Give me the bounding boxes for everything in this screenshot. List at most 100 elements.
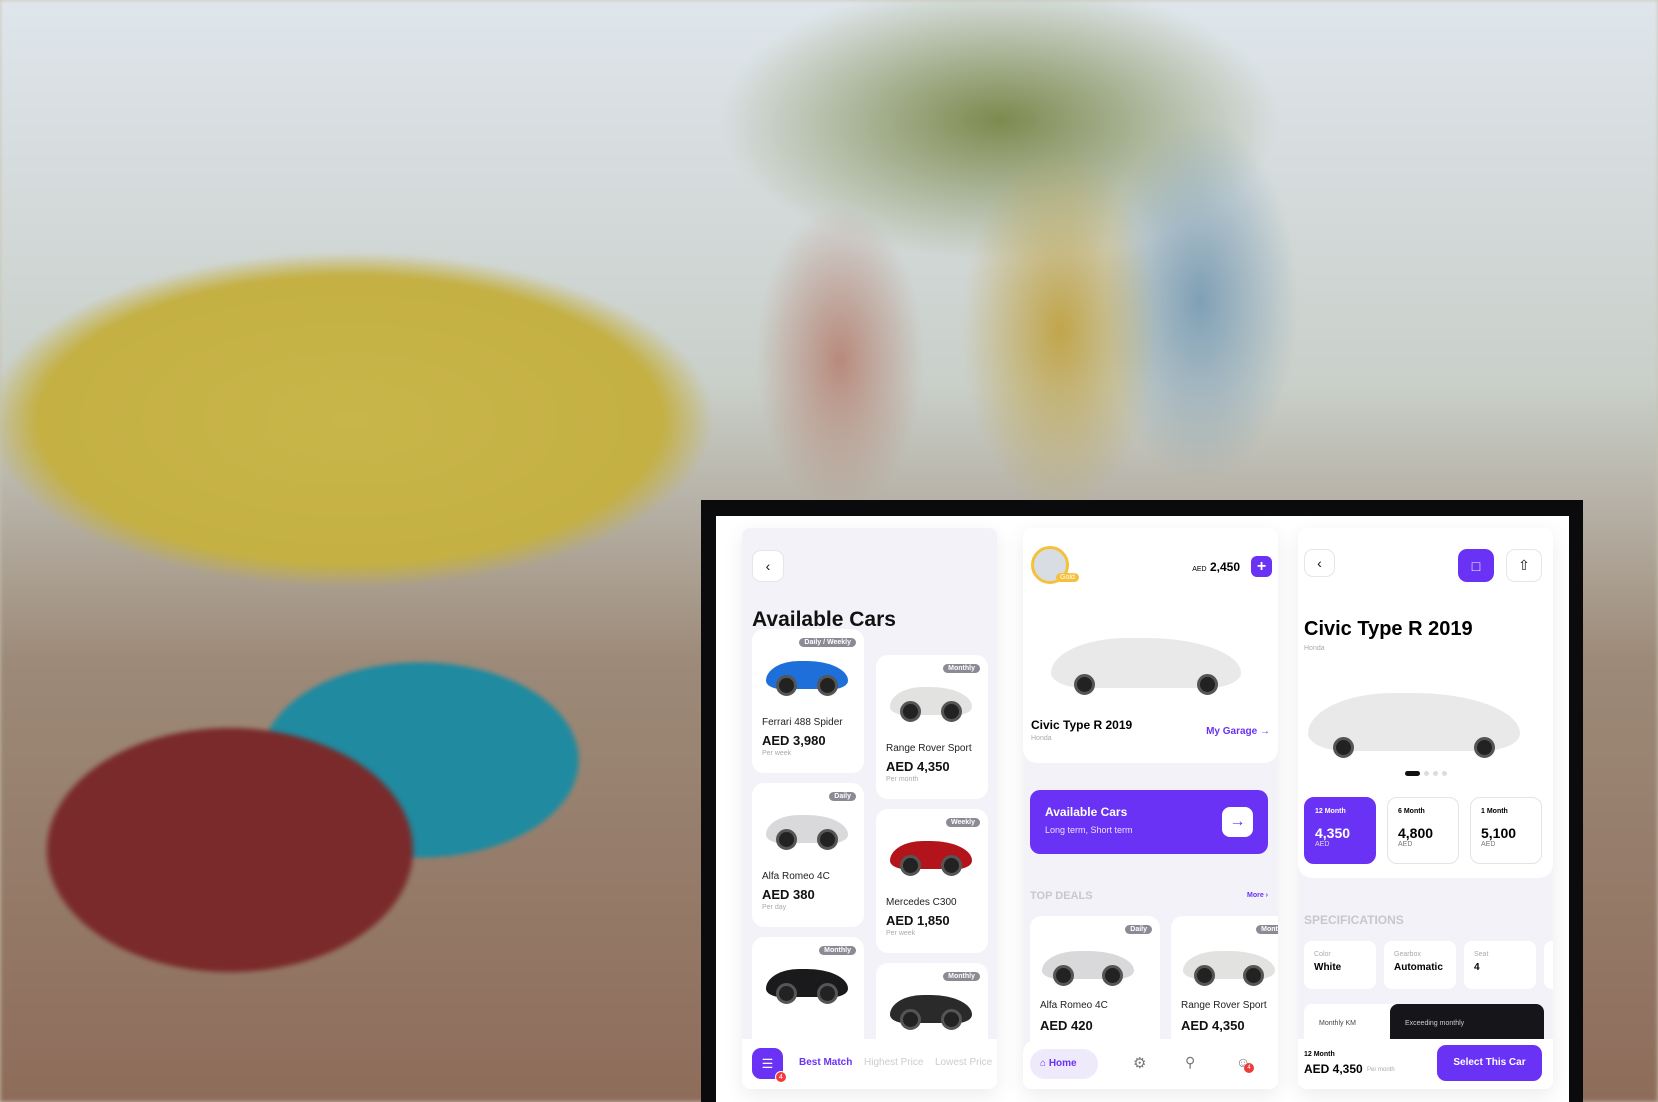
nav-settings-gear-icon[interactable]: ⚙: [1133, 1054, 1146, 1072]
avatar[interactable]: Gold: [1031, 546, 1079, 584]
car-title: Civic Type R 2019: [1304, 618, 1473, 640]
rental-type-badge: Monthly: [819, 946, 856, 955]
balance-currency: AED: [1192, 566, 1207, 573]
plan-duration: 1 Month: [1481, 808, 1508, 815]
car-brand: Honda: [1304, 645, 1325, 652]
plan-price: 4,800: [1398, 825, 1434, 841]
car-price: AED 4,350: [886, 759, 950, 774]
back-button[interactable]: ‹: [1304, 549, 1335, 577]
share-button[interactable]: ⇧: [1506, 549, 1542, 582]
sort-tab-best-match[interactable]: Best Match: [799, 1057, 852, 1068]
car-name: Range Rover Sport: [1181, 1000, 1267, 1011]
arrow-right-icon: →: [1260, 726, 1270, 737]
rental-type-badge: Weekly: [946, 818, 980, 827]
spec-item: Seat 4: [1464, 941, 1536, 989]
car-name: Alfa Romeo 4C: [1040, 1000, 1108, 1011]
banner-arrow-button[interactable]: →: [1222, 807, 1253, 837]
share-icon: ⇧: [1518, 557, 1530, 573]
home-icon: ⌂: [1040, 1058, 1047, 1069]
available-cars-banner[interactable]: Available Cars Long term, Short term →: [1030, 790, 1268, 854]
plan-option[interactable]: 6 Month 4,800 AED: [1387, 797, 1459, 864]
bottom-nav: ⌂ Home ⚙ ⚲ ☺ 4: [1023, 1039, 1278, 1089]
car-name: Range Rover Sport: [886, 743, 972, 754]
bookmark-button[interactable]: □: [1458, 549, 1494, 582]
car-name: Civic Type R 2019: [1031, 718, 1133, 732]
plan-currency: AED: [1315, 841, 1330, 848]
sliders-icon: ☰: [761, 1055, 774, 1071]
plan-price: 5,100: [1481, 825, 1517, 841]
carousel-dot[interactable]: [1441, 771, 1447, 776]
sort-bar: ☰ 4 Best Match Highest Price Lowest Pric…: [742, 1039, 997, 1089]
plan-currency: AED: [1398, 841, 1413, 848]
sort-tab-highest-price[interactable]: Highest Price: [864, 1057, 923, 1068]
rental-type-badge: Daily: [1125, 925, 1152, 934]
carousel-dot[interactable]: [1432, 771, 1438, 776]
spec-label: Color: [1314, 951, 1331, 958]
footer-plan: 12 Month: [1304, 1051, 1335, 1058]
price-period: Per month: [886, 776, 919, 783]
car-image: [890, 687, 972, 722]
car-name: Ferrari 488 Spider: [762, 717, 843, 728]
plan-option[interactable]: 12 Month 4,350 AED: [1304, 797, 1376, 864]
car-card[interactable]: Weekly Mercedes C300 AED 1,850 Per week: [876, 809, 988, 953]
add-funds-button[interactable]: +: [1251, 556, 1272, 577]
car-price: AED 1,850: [886, 913, 950, 928]
deal-card[interactable]: Monthly Range Rover Sport AED 4,350: [1171, 916, 1278, 1056]
plan-option[interactable]: 1 Month 5,100 AED: [1470, 797, 1542, 864]
car-brand: Honda: [1031, 735, 1052, 742]
nav-home-label: Home: [1048, 1058, 1077, 1069]
footer-period: Per month: [1367, 1067, 1395, 1073]
spec-value: White: [1314, 962, 1342, 973]
car-image: [766, 815, 848, 850]
deal-card[interactable]: Daily Alfa Romeo 4C AED 420: [1030, 916, 1160, 1056]
exceeding-label: Exceeding monthly: [1405, 1020, 1465, 1027]
carousel-dot[interactable]: [1404, 771, 1420, 776]
car-card[interactable]: Daily Alfa Romeo 4C AED 380 Per day: [752, 783, 864, 927]
spec-item: Gearbox Automatic: [1384, 941, 1456, 989]
car-name: Mercedes C300: [886, 897, 957, 908]
car-card[interactable]: Monthly Range Rover Sport AED 4,350 Per …: [876, 655, 988, 799]
car-detail-screen: ‹ □ ⇧ Civic Type R 2019 Honda 12 Month 4…: [1298, 528, 1553, 1089]
car-price: AED 420: [1040, 1018, 1093, 1033]
my-garage-label: My Garage: [1206, 726, 1258, 737]
nav-search-icon[interactable]: ⚲: [1185, 1054, 1195, 1071]
carousel-dots: [1298, 771, 1553, 776]
more-link[interactable]: More ›: [1247, 892, 1268, 899]
more-label: More: [1246, 892, 1264, 899]
chevron-left-icon: ‹: [765, 558, 771, 574]
car-image: [890, 995, 972, 1030]
available-cars-screen: ‹ Available Cars Daily / Weekly Ferrari …: [742, 528, 997, 1089]
spec-item-partial: [1544, 941, 1553, 989]
nav-home[interactable]: ⌂ Home: [1030, 1049, 1098, 1079]
car-name: Alfa Romeo 4C: [762, 871, 830, 882]
plus-icon: +: [1256, 558, 1267, 575]
car-image: [890, 841, 972, 876]
back-button[interactable]: ‹: [752, 550, 784, 582]
rental-type-badge: Daily: [829, 792, 856, 801]
monthly-km-label: Monthly KM: [1319, 1020, 1356, 1027]
rental-type-badge: Monthly: [1256, 925, 1278, 934]
car-price: AED 4,350: [1181, 1018, 1245, 1033]
carousel-dot[interactable]: [1423, 771, 1429, 776]
car-card[interactable]: Daily / Weekly Ferrari 488 Spider AED 3,…: [752, 629, 864, 773]
arrow-right-icon: →: [1229, 813, 1246, 830]
bookmark-icon: □: [1471, 557, 1481, 574]
footer-price: AED 4,350: [1304, 1062, 1363, 1076]
plan-duration: 12 Month: [1315, 808, 1346, 815]
spec-item: Color White: [1304, 941, 1376, 989]
car-image: [766, 661, 848, 696]
rental-type-badge: Monthly: [943, 664, 980, 673]
price-period: Per day: [762, 904, 787, 911]
plan-price: 4,350: [1315, 825, 1351, 841]
profile-badge: 4: [1244, 1063, 1254, 1073]
plan-duration: 6 Month: [1398, 808, 1425, 815]
car-price: AED 3,980: [762, 733, 826, 748]
sort-tab-lowest-price[interactable]: Lowest Price: [935, 1057, 992, 1068]
nav-profile-user-icon[interactable]: ☺ 4: [1236, 1054, 1254, 1073]
my-garage-link[interactable]: My Garage →: [1206, 726, 1270, 737]
select-car-button[interactable]: Select This Car: [1437, 1045, 1542, 1081]
booking-footer: 12 Month AED 4,350 Per month Select This…: [1298, 1039, 1553, 1089]
filter-count-badge: 4: [775, 1071, 787, 1083]
spec-value: Automatic: [1394, 962, 1443, 973]
filter-button[interactable]: ☰ 4: [752, 1048, 787, 1083]
